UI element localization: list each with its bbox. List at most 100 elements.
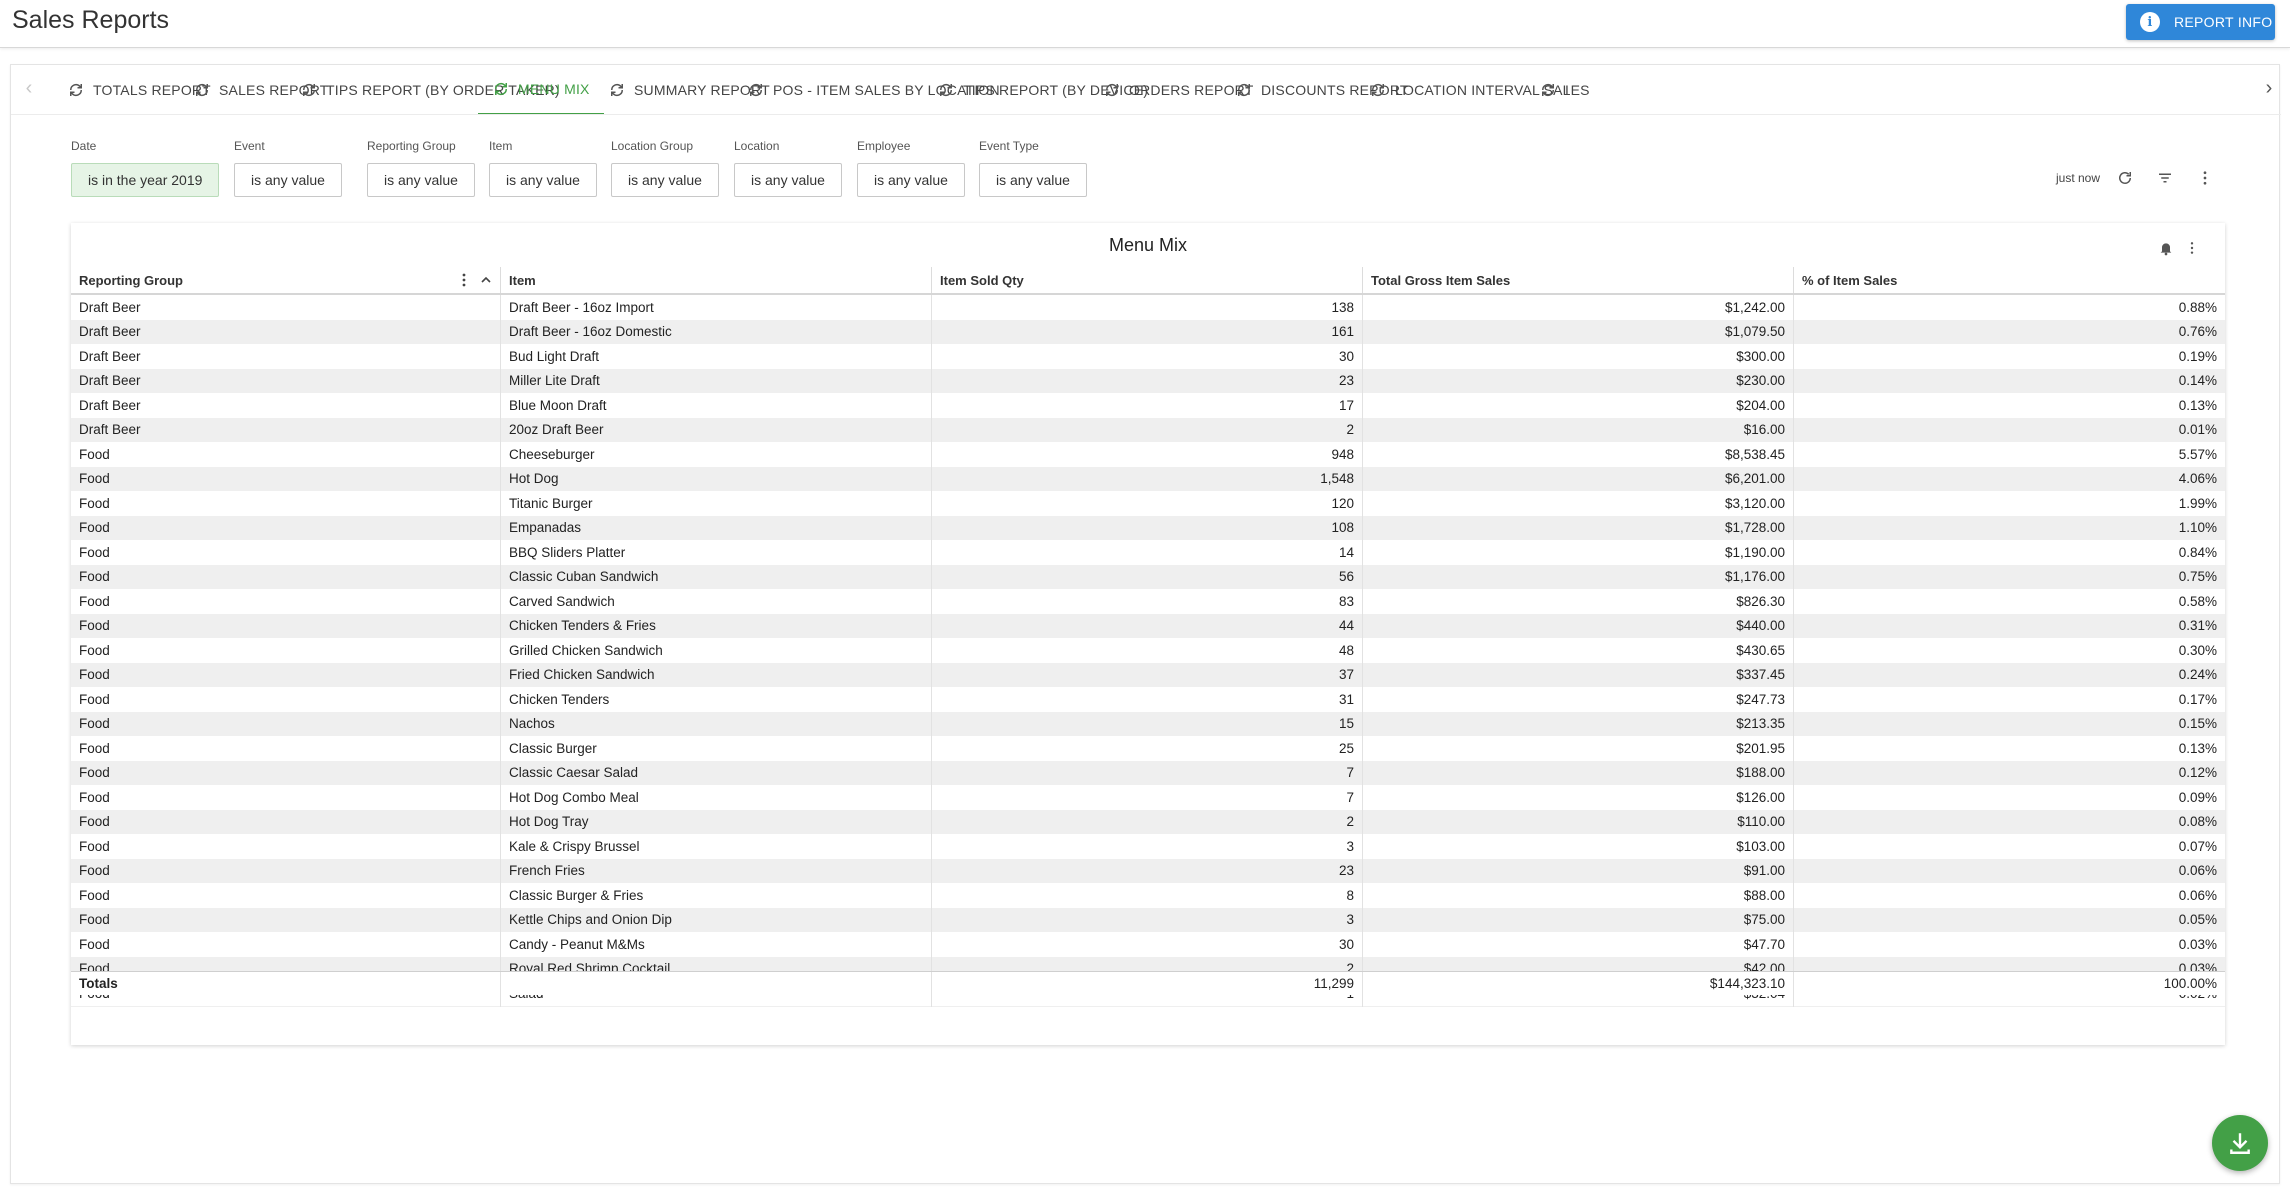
cell-reporting-group: Food	[71, 442, 501, 467]
cell-total-gross-item-sales: $16.00	[1363, 417, 1794, 442]
cell-reporting-group: Food	[71, 638, 501, 663]
table-row: Draft Beer Draft Beer - 16oz Import 138 $1,…	[71, 295, 2225, 320]
cell-item-sold-qty: 1,548	[932, 466, 1363, 491]
cell-item-sold-qty: 2	[932, 809, 1363, 834]
column-header-total-gross-item-sales[interactable]: Total Gross Item Sales	[1363, 267, 1794, 293]
column-header-item-sold-qty[interactable]: Item Sold Qty	[932, 267, 1363, 293]
cell-reporting-group: Food	[71, 662, 501, 687]
cell-reporting-group: Food	[71, 858, 501, 883]
cell-item: Chicken Tenders & Fries	[501, 613, 932, 638]
cell-item-sold-qty: 108	[932, 515, 1363, 540]
filter-label: Event Type	[979, 139, 1039, 153]
cell-percent-item-sales: 0.30%	[2178, 642, 2217, 658]
cell-item-sold-qty: 948	[932, 442, 1363, 467]
cell-percent-item-sales: 0.07%	[2178, 838, 2217, 854]
table-row: Draft Beer Bud Light Draft 30 $300.00 0.19%	[71, 344, 2225, 369]
cell-percent-item-sales: 0.05%	[2178, 912, 2217, 928]
more-vert-icon[interactable]	[2194, 167, 2216, 189]
filter-value-button[interactable]: is in the year 2019	[71, 163, 220, 197]
cell-total-gross-item-sales: $8,538.45	[1363, 442, 1794, 467]
cell-reporting-group: Food	[71, 932, 501, 957]
last-updated-text: just now	[2056, 171, 2101, 185]
cell-reporting-group: Food	[71, 589, 501, 614]
cell-reporting-group: Food	[71, 760, 501, 785]
column-header-percent-item-sales[interactable]: % of Item Sales	[1794, 267, 2225, 293]
cell-reporting-group: Food	[71, 564, 501, 589]
refresh-icon	[610, 83, 624, 97]
tab-label: MENU MIX	[518, 81, 590, 97]
cell-reporting-group: Food	[71, 883, 501, 908]
cell-item-sold-qty: 48	[932, 638, 1363, 663]
cell-reporting-group: Draft Beer	[71, 319, 501, 344]
cell-reporting-group: Food	[71, 613, 501, 638]
tab-label: I	[1565, 82, 1570, 98]
tabs-scroll-right-icon[interactable]: ›	[2259, 77, 2279, 100]
filter-value-button[interactable]: is any value	[734, 163, 842, 197]
cell-percent-item-sales: 1.10%	[2178, 520, 2217, 536]
cell-total-gross-item-sales: $204.00	[1363, 393, 1794, 418]
column-header-label: Reporting Group	[79, 272, 183, 288]
cell-item: Chopped Domaine	[501, 1005, 932, 1007]
table-row: Draft Beer Draft Beer - 16oz Domestic 161 $…	[71, 319, 2225, 344]
cell-item-sold-qty: 25	[932, 736, 1363, 761]
cell-percent-item-sales: 0.17%	[2178, 691, 2217, 707]
tab-i[interactable]: I	[1525, 65, 1583, 114]
filter-employee: Employee is any value	[857, 139, 965, 197]
table-row: Food Candy - Peanut M&Ms 30 $47.70 0.03%	[71, 932, 2225, 957]
cell-percent-item-sales: 0.14%	[2178, 373, 2217, 389]
cell-total-gross-item-sales: $188.00	[1363, 760, 1794, 785]
table-row: Food Titanic Burger 120 $3,120.00 1.99%	[71, 491, 2225, 516]
cell-percent-item-sales: 0.13%	[2178, 740, 2217, 756]
cell-item-sold-qty: 120	[932, 491, 1363, 516]
filter-value-button[interactable]: is any value	[979, 163, 1087, 197]
cell-total-gross-item-sales: $1,079.50	[1363, 319, 1794, 344]
menu-mix-card: Menu Mix Reporting Group Item Item Sold	[71, 223, 2225, 1045]
cell-item: Classic Burger & Fries	[501, 883, 932, 908]
column-menu-icon[interactable]	[456, 272, 472, 288]
cell-total-gross-item-sales: $201.95	[1363, 736, 1794, 761]
cell-item: Classic Burger	[501, 736, 932, 761]
report-info-button[interactable]: i REPORT INFO	[2126, 4, 2275, 40]
cell-reporting-group: Food	[71, 834, 501, 859]
filter-value-button[interactable]: is any value	[857, 163, 965, 197]
cell-percent-item-sales: 0.13%	[2178, 397, 2217, 413]
page-title: Sales Reports	[12, 6, 170, 34]
refresh-icon	[1237, 83, 1251, 97]
cell-percent-item-sales: 0.06%	[2178, 863, 2217, 879]
cell-reporting-group: Food	[71, 907, 501, 932]
filter-event: Event is any value	[234, 139, 342, 197]
card-more-icon[interactable]	[2183, 239, 2201, 257]
refresh-icon	[302, 83, 316, 97]
reload-icon[interactable]	[2114, 167, 2136, 189]
table-row: Food Fried Chicken Sandwich 37 $337.45 0.24%	[71, 662, 2225, 687]
filter-reporting-group: Reporting Group is any value	[367, 139, 475, 197]
cell-reporting-group: Food	[71, 711, 501, 736]
sort-ascending-icon[interactable]	[478, 272, 494, 288]
cell-total-gross-item-sales: $826.30	[1363, 589, 1794, 614]
filter-value-button[interactable]: is any value	[489, 163, 597, 197]
filter-label: Item	[489, 139, 513, 153]
table-title: Menu Mix	[1108, 235, 1188, 255]
table-row: Draft Beer Miller Lite Draft 23 $230.00 0.14…	[71, 368, 2225, 393]
download-button[interactable]	[2212, 1115, 2268, 1171]
refresh-icon	[1105, 83, 1119, 97]
column-header-reporting-group[interactable]: Reporting Group	[71, 267, 501, 293]
alert-bell-icon[interactable]	[2157, 239, 2175, 257]
totals-item	[501, 972, 932, 995]
filter-value-button[interactable]: is any value	[234, 163, 342, 197]
cell-reporting-group: Draft Beer	[71, 417, 501, 442]
filter-item: Item is any value	[489, 139, 597, 197]
cell-item: Candy - Peanut M&Ms	[501, 932, 932, 957]
cell-percent-item-sales: 4.06%	[2178, 471, 2217, 487]
filter-icon[interactable]	[2154, 167, 2176, 189]
table-row: Food Grilled Chicken Sandwich 48 $430.65 0.3…	[71, 638, 2225, 663]
cell-item: Titanic Burger	[501, 491, 932, 516]
tabs-scroll-left-icon[interactable]: ‹	[19, 77, 39, 100]
table-row: Draft Beer Blue Moon Draft 17 $204.00 0.13%	[71, 393, 2225, 418]
filter-value-button[interactable]: is any value	[367, 163, 475, 197]
cell-total-gross-item-sales: $300.00	[1363, 344, 1794, 369]
column-header-item[interactable]: Item	[501, 267, 932, 293]
filter-value-button[interactable]: is any value	[611, 163, 719, 197]
tab-menu-mix[interactable]: MENU MIX	[478, 65, 604, 114]
cell-reporting-group: Food	[71, 466, 501, 491]
